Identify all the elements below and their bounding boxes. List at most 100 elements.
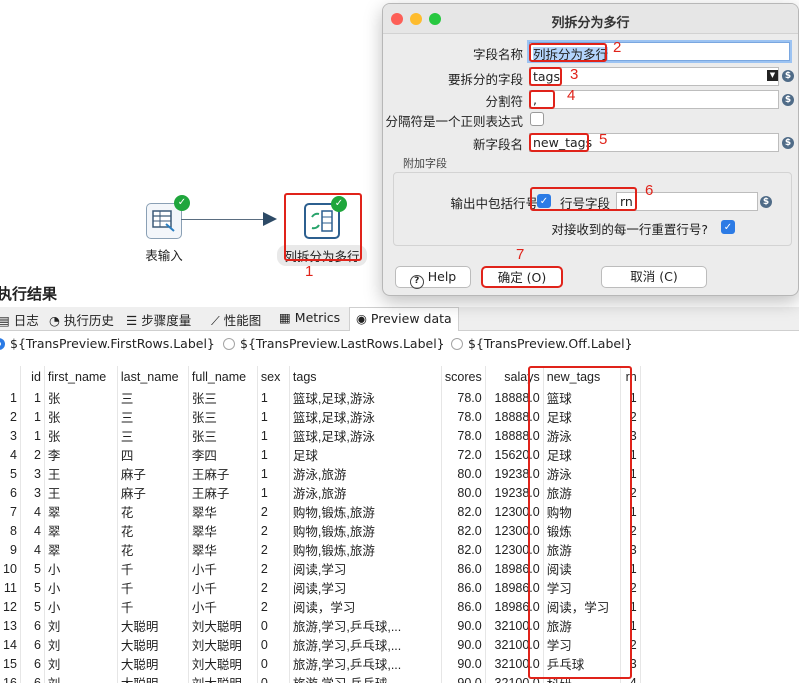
- table-cell: 翠华: [188, 521, 258, 540]
- table-cell: 1: [0, 388, 21, 407]
- table-cell: 阅读,学习: [289, 559, 442, 578]
- ok-button[interactable]: 确定 (O): [481, 266, 563, 288]
- step-label: 表输入: [145, 248, 183, 263]
- cancel-button[interactable]: 取消 (C): [601, 266, 707, 288]
- column-header[interactable]: tags: [289, 366, 442, 388]
- table-cell: 5: [20, 578, 45, 597]
- tab-metrics[interactable]: ▦ Metrics: [279, 310, 340, 325]
- table-cell: 2: [257, 559, 290, 578]
- table-cell: 4: [20, 502, 45, 521]
- table-cell: 翠华: [188, 540, 258, 559]
- tab-history[interactable]: ◔ 执行历史: [49, 310, 114, 329]
- annotation-number-5: 5: [599, 131, 608, 148]
- reset-rownum-label: 对接收到的每一行重置行号?: [551, 222, 708, 237]
- table-cell: 阅读，学习: [289, 597, 442, 616]
- column-header[interactable]: [0, 366, 21, 388]
- regex-checkbox[interactable]: [530, 112, 544, 126]
- annotation-box-4: [529, 90, 555, 109]
- hop-line[interactable]: [181, 219, 269, 220]
- table-cell: 5: [20, 559, 45, 578]
- column-header[interactable]: first_name: [44, 366, 118, 388]
- radio-unselected-icon: [223, 338, 235, 350]
- table-cell: 麻子: [117, 483, 189, 502]
- tab-step-metrics[interactable]: ☰ 步骤度量: [126, 310, 191, 329]
- help-icon: ?: [409, 275, 424, 289]
- table-cell: 大聪明: [117, 654, 189, 673]
- step-metrics-icon: ☰: [126, 313, 138, 328]
- results-tabbar: ▤ 日志 ◔ 执行历史 ☰ 步骤度量 ⟋ 性能图 ▦ Metrics ◉ Pre…: [0, 307, 799, 331]
- table-cell: 阅读,学习: [289, 578, 442, 597]
- table-cell: 花: [117, 502, 189, 521]
- results-panel: 执行结果 ▤ 日志 ◔ 执行历史 ☰ 步骤度量 ⟋ 性能图 ▦ Metrics …: [0, 282, 799, 683]
- table-cell: 4: [20, 540, 45, 559]
- table-cell: 足球: [289, 445, 442, 464]
- table-cell: 90.0: [441, 673, 486, 683]
- split-field-select[interactable]: tags: [529, 67, 779, 86]
- radio-off[interactable]: ${TransPreview.Off.Label}: [451, 336, 633, 351]
- table-cell: 11: [0, 578, 21, 597]
- table-cell: 1: [257, 464, 290, 483]
- help-button[interactable]: ? Help: [395, 266, 471, 289]
- table-cell: 1: [257, 426, 290, 445]
- table-cell: 四: [117, 445, 189, 464]
- variable-dollar-icon[interactable]: $: [760, 196, 772, 208]
- table-cell: 6: [20, 673, 45, 683]
- variable-dollar-icon[interactable]: $: [782, 94, 794, 106]
- annotation-box-output-columns: [528, 366, 632, 679]
- table-cell: 小: [44, 578, 118, 597]
- table-cell: 三: [117, 388, 189, 407]
- table-cell: 李四: [188, 445, 258, 464]
- rownum-field-input[interactable]: rn: [616, 192, 758, 211]
- table-cell: 0: [257, 616, 290, 635]
- radio-first-rows[interactable]: ${TransPreview.FirstRows.Label}: [0, 336, 215, 351]
- table-cell: 王: [44, 464, 118, 483]
- table-cell: 1: [20, 388, 45, 407]
- table-cell: 1: [20, 407, 45, 426]
- table-cell: 90.0: [441, 654, 486, 673]
- tab-preview-data[interactable]: ◉ Preview data: [349, 307, 459, 331]
- table-cell: 翠: [44, 521, 118, 540]
- radio-selected-icon: [0, 338, 5, 350]
- table-cell: 千: [117, 597, 189, 616]
- table-cell: 张三: [188, 407, 258, 426]
- table-cell: 14: [0, 635, 21, 654]
- table-cell: 7: [0, 502, 21, 521]
- dialog-titlebar[interactable]: 列拆分为多行: [383, 4, 798, 34]
- table-cell: 大聪明: [117, 635, 189, 654]
- table-cell: 2: [0, 407, 21, 426]
- annotation-number-7: 7: [516, 246, 525, 263]
- column-header[interactable]: id: [20, 366, 45, 388]
- tab-log[interactable]: ▤ 日志: [0, 310, 39, 329]
- column-header[interactable]: sex: [257, 366, 290, 388]
- chart-icon: ⟋: [211, 313, 220, 328]
- table-cell: 张: [44, 407, 118, 426]
- table-cell: 刘大聪明: [188, 635, 258, 654]
- table-cell: 3: [0, 426, 21, 445]
- eye-icon: ◉: [356, 311, 367, 326]
- table-cell: 6: [20, 635, 45, 654]
- table-cell: 6: [20, 616, 45, 635]
- table-cell: 78.0: [441, 407, 486, 426]
- preview-mode-radios: ${TransPreview.FirstRows.Label} ${TransP…: [0, 332, 799, 356]
- column-header[interactable]: scores: [441, 366, 486, 388]
- column-header[interactable]: full_name: [188, 366, 258, 388]
- table-cell: 购物,锻炼,旅游: [289, 502, 442, 521]
- dropdown-arrow-icon[interactable]: ▼: [767, 70, 778, 81]
- table-cell: 8: [0, 521, 21, 540]
- variable-dollar-icon[interactable]: $: [782, 70, 794, 82]
- radio-last-rows[interactable]: ${TransPreview.LastRows.Label}: [223, 336, 445, 351]
- extra-fields-title: 附加字段: [403, 157, 447, 170]
- table-cell: 小: [44, 597, 118, 616]
- table-cell: 82.0: [441, 521, 486, 540]
- table-cell: 12: [0, 597, 21, 616]
- table-cell: 80.0: [441, 483, 486, 502]
- reset-rownum-checkbox[interactable]: ✓: [721, 220, 735, 234]
- table-cell: 4: [20, 521, 45, 540]
- tab-performance[interactable]: ⟋ 性能图: [211, 310, 261, 329]
- metrics-icon: ▦: [279, 310, 291, 325]
- step-table-input[interactable]: ✓ 表输入: [128, 195, 200, 264]
- table-cell: 15: [0, 654, 21, 673]
- table-cell: 16: [0, 673, 21, 683]
- column-header[interactable]: last_name: [117, 366, 189, 388]
- variable-dollar-icon[interactable]: $: [782, 137, 794, 149]
